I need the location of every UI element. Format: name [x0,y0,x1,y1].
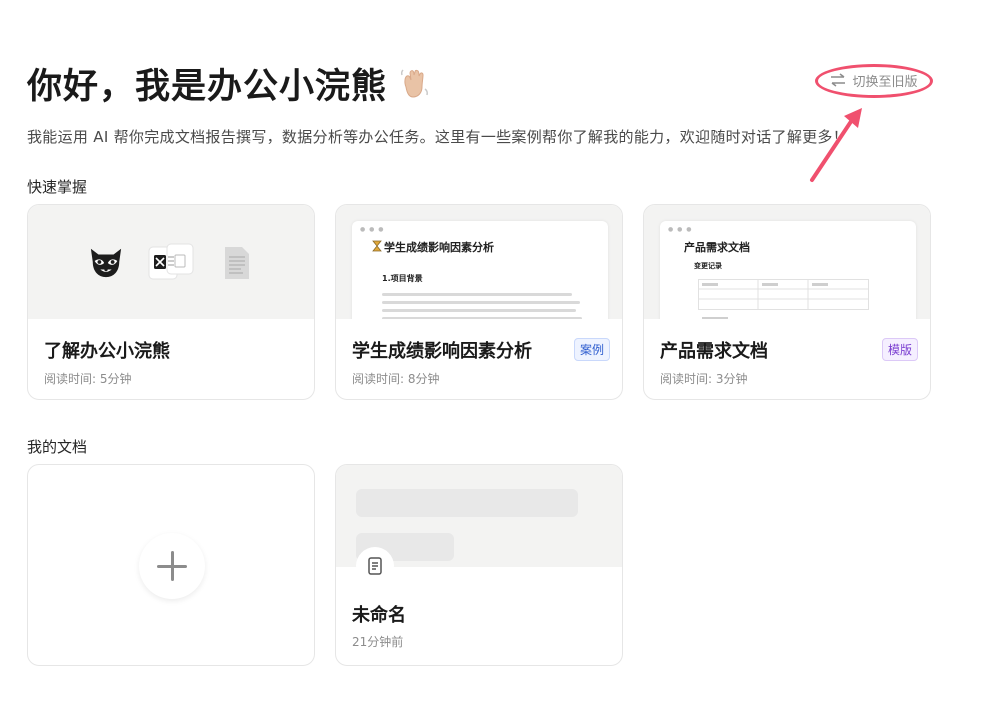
section-my-documents: 我的文档 [27,438,88,456]
window-dots: ● ● ● [360,226,385,233]
document-card[interactable]: 未命名 21分钟前 [335,464,623,666]
card-title: 了解办公小浣熊 [44,341,170,362]
card-preview: ● ● ● 产品需求文档 变更记录 [644,205,930,319]
page-title: 你好，我是办公小浣熊 [27,58,431,109]
preview-subheading: 变更记录 [694,262,722,270]
window-dots: ● ● ● [668,226,693,233]
preview-text-line [382,293,572,296]
page-subtitle: 我能运用 AI 帮你完成文档报告撰写，数据分析等办公任务。这里有一些案例帮你了解… [27,128,849,146]
case-badge: 案例 [573,338,610,361]
doc-preview-sheet: ● ● ● 产品需求文档 变更记录 [660,221,916,319]
card-preview [28,205,314,319]
card-intro[interactable]: 了解办公小浣熊 阅读时间: 5分钟 [27,204,315,400]
card-read-time: 阅读时间: 5分钟 [44,372,132,386]
hourglass-icon [372,240,382,252]
doc-preview-sheet: ● ● ● 学生成绩影响因素分析 1.项目背景 [352,221,608,319]
document-file-icon [225,247,249,279]
card-title: 学生成绩影响因素分析 [352,341,532,362]
preview-title-text: 学生成绩影响因素分析 [384,241,494,254]
card-student-analysis[interactable]: ● ● ● 学生成绩影响因素分析 1.项目背景 学生成绩影响因素分析 案例 阅读… [335,204,623,400]
card-read-time: 阅读时间: 3分钟 [660,372,748,386]
preview-text-line [382,301,580,304]
preview-text-line [382,317,582,319]
excel-file-icon [148,243,194,280]
template-badge: 模版 [881,338,918,361]
swap-arrows-icon [831,73,846,87]
document-time: 21分钟前 [352,635,404,649]
raccoon-icon [90,248,122,278]
card-preview: ● ● ● 学生成绩影响因素分析 1.项目背景 [336,205,622,319]
preview-table [698,279,869,319]
document-title: 未命名 [352,605,406,626]
document-icon [356,547,394,585]
card-title: 产品需求文档 [660,341,768,362]
section-quick-start: 快速掌握 [27,178,88,196]
card-read-time: 阅读时间: 8分钟 [352,372,440,386]
switch-label: 切换至旧版 [852,74,918,90]
skeleton-block [356,489,578,517]
plus-icon[interactable] [139,533,205,599]
page-title-text: 你好，我是办公小浣熊 [27,67,388,107]
preview-title: 学生成绩影响因素分析 [372,239,494,255]
preview-text-line [382,309,576,312]
preview-subheading: 1.项目背景 [382,274,423,283]
switch-to-old-version-button[interactable]: 切换至旧版 [818,62,930,98]
new-document-card[interactable] [27,464,315,666]
card-product-requirements[interactable]: ● ● ● 产品需求文档 变更记录 产品需求文档 模版 阅读时间: 3分钟 [643,204,931,400]
waving-hand-icon [397,67,431,101]
preview-title: 产品需求文档 [684,241,750,254]
